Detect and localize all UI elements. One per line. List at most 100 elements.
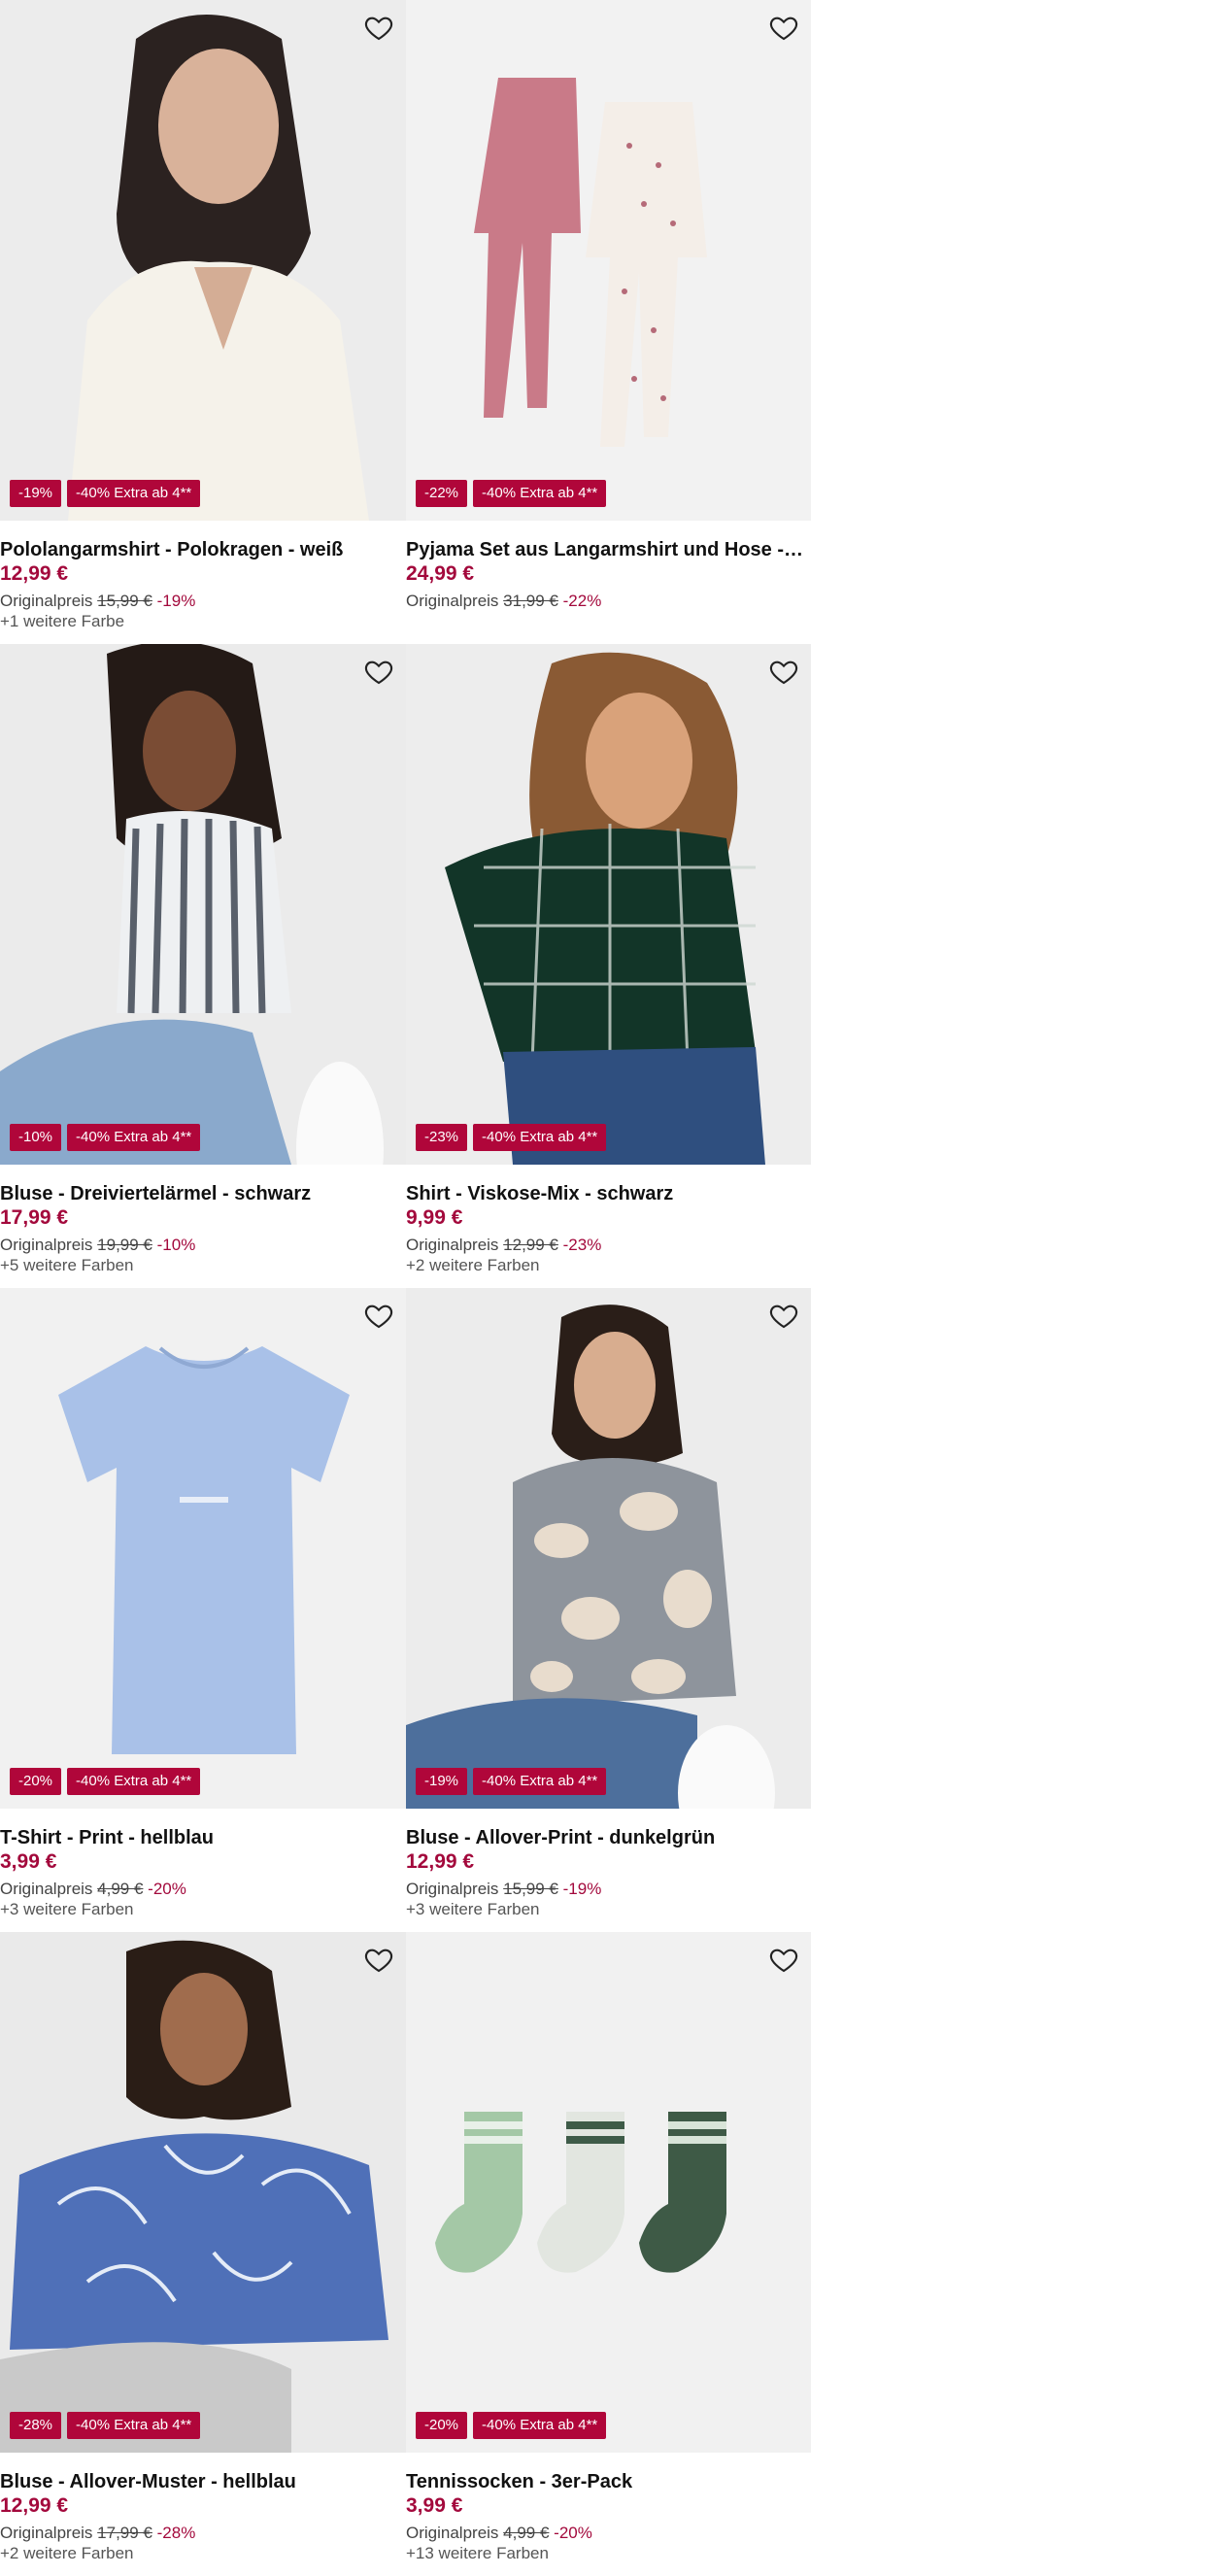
product-image[interactable]: -23% -40% Extra ab 4** [406,644,811,1165]
badge-group: -10% -40% Extra ab 4** [10,1124,201,1151]
badge-group: -22% -40% Extra ab 4** [416,480,607,507]
more-colors[interactable]: +1 weitere Farbe [0,611,406,631]
more-colors[interactable]: +3 weitere Farben [406,1899,811,1919]
more-colors[interactable]: +13 weitere Farben [406,2543,811,2563]
woman-photo [406,1288,811,1809]
product-title[interactable]: Bluse - Allover-Muster - hellblau [0,2470,406,2493]
product-price: 24,99 € [406,562,475,585]
discount-percent: -19% [562,1880,602,1898]
heart-icon[interactable] [768,12,799,43]
extra-discount-badge: -40% Extra ab 4** [473,2412,607,2439]
badge-group: -19% -40% Extra ab 4** [416,1768,607,1795]
product-card[interactable]: -28% -40% Extra ab 4** Bluse - Allover-M… [0,1932,406,2576]
extra-discount-badge: -40% Extra ab 4** [67,480,201,507]
extra-discount-badge: -40% Extra ab 4** [67,1768,201,1795]
original-price-line: Originalpreis 31,99 € -22% [406,591,811,611]
product-card[interactable]: -19% -40% Extra ab 4** Bluse - Allover-P… [406,1288,811,1932]
heart-icon[interactable] [363,1300,394,1331]
product-price: 3,99 € [406,2494,463,2517]
woman-photo [0,644,406,1165]
product-card[interactable]: -20% -40% Extra ab 4** Tennissocken - 3e… [406,1932,811,2576]
original-price-label: Originalpreis [406,592,499,610]
product-card[interactable]: -10% -40% Extra ab 4** Bluse - Dreiviert… [0,644,406,1288]
discount-badge: -28% [10,2412,62,2439]
discount-percent: -10% [156,1236,196,1254]
socks-photo [406,1932,811,2453]
more-colors[interactable]: +3 weitere Farben [0,1899,406,1919]
discount-badge: -10% [10,1124,62,1151]
original-price-line: Originalpreis 19,99 € -10% [0,1235,406,1255]
extra-discount-badge: -40% Extra ab 4** [67,1124,201,1151]
discount-badge: -19% [10,480,62,507]
product-image[interactable]: -19% -40% Extra ab 4** [406,1288,811,1809]
original-price-label: Originalpreis [406,1880,499,1898]
original-price-label: Originalpreis [0,592,93,610]
badge-group: -20% -40% Extra ab 4** [10,1768,201,1795]
original-price-label: Originalpreis [0,1236,93,1254]
product-image[interactable]: -22% -40% Extra ab 4** [406,0,811,521]
more-colors[interactable]: +2 weitere Farben [0,2543,406,2563]
original-price: 12,99 € [503,1236,558,1254]
product-title[interactable]: Tennissocken - 3er-Pack [406,2470,811,2493]
product-image[interactable]: -28% -40% Extra ab 4** [0,1932,406,2453]
discount-badge: -20% [416,2412,468,2439]
badge-group: -23% -40% Extra ab 4** [416,1124,607,1151]
pyjama-photo [406,0,811,521]
original-price-label: Originalpreis [406,1236,499,1254]
more-colors[interactable]: +2 weitere Farben [406,1255,811,1275]
product-price: 12,99 € [0,562,69,585]
extra-discount-badge: -40% Extra ab 4** [473,480,607,507]
badge-group: -28% -40% Extra ab 4** [10,2412,201,2439]
heart-icon[interactable] [768,656,799,687]
original-price: 17,99 € [97,2524,152,2542]
tshirt-photo [0,1288,406,1809]
product-card[interactable]: -22% -40% Extra ab 4** Pyjama Set aus La… [406,0,811,644]
discount-badge: -19% [416,1768,468,1795]
product-price: 9,99 € [406,1206,463,1229]
product-card[interactable]: -19% -40% Extra ab 4** Pololangarmshirt … [0,0,406,644]
product-title[interactable]: Bluse - Allover-Print - dunkelgrün [406,1826,811,1849]
woman-photo [0,1932,406,2453]
discount-badge: -23% [416,1124,468,1151]
original-price: 4,99 € [97,1880,144,1898]
original-price-line: Originalpreis 4,99 € -20% [0,1879,406,1899]
product-image[interactable]: -10% -40% Extra ab 4** [0,644,406,1165]
extra-discount-badge: -40% Extra ab 4** [473,1124,607,1151]
product-image[interactable]: -20% -40% Extra ab 4** [0,1288,406,1809]
more-colors[interactable]: +5 weitere Farben [0,1255,406,1275]
product-title[interactable]: T-Shirt - Print - hellblau [0,1826,406,1849]
product-title[interactable]: Bluse - Dreiviertelärmel - schwarz [0,1182,406,1205]
discount-badge: -22% [416,480,468,507]
original-price-line: Originalpreis 15,99 € -19% [406,1879,811,1899]
product-card[interactable]: -20% -40% Extra ab 4** T-Shirt - Print -… [0,1288,406,1932]
badge-group: -20% -40% Extra ab 4** [416,2412,607,2439]
badge-group: -19% -40% Extra ab 4** [10,480,201,507]
original-price-line: Originalpreis 12,99 € -23% [406,1235,811,1255]
original-price-label: Originalpreis [0,1880,93,1898]
heart-icon[interactable] [363,12,394,43]
heart-icon[interactable] [768,1944,799,1975]
discount-percent: -28% [156,2524,196,2542]
original-price: 15,99 € [503,1880,558,1898]
extra-discount-badge: -40% Extra ab 4** [473,1768,607,1795]
product-title[interactable]: Shirt - Viskose-Mix - schwarz [406,1182,811,1205]
original-price-line: Originalpreis 4,99 € -20% [406,2523,811,2543]
heart-icon[interactable] [363,1944,394,1975]
heart-icon[interactable] [768,1300,799,1331]
discount-badge: -20% [10,1768,62,1795]
original-price: 19,99 € [97,1236,152,1254]
product-price: 12,99 € [0,2494,69,2517]
product-title[interactable]: Pyjama Set aus Langarmshirt und Hose - 2… [406,538,811,561]
extra-discount-badge: -40% Extra ab 4** [67,2412,201,2439]
discount-percent: -20% [148,1880,186,1898]
discount-percent: -20% [554,2524,592,2542]
product-card[interactable]: -23% -40% Extra ab 4** Shirt - Viskose-M… [406,644,811,1288]
original-price: 15,99 € [97,592,152,610]
original-price-label: Originalpreis [406,2524,499,2542]
product-image[interactable]: -20% -40% Extra ab 4** [406,1932,811,2453]
discount-percent: -22% [562,592,602,610]
original-price-line: Originalpreis 17,99 € -28% [0,2523,406,2543]
product-image[interactable]: -19% -40% Extra ab 4** [0,0,406,521]
product-title[interactable]: Pololangarmshirt - Polokragen - weiß [0,538,406,561]
heart-icon[interactable] [363,656,394,687]
